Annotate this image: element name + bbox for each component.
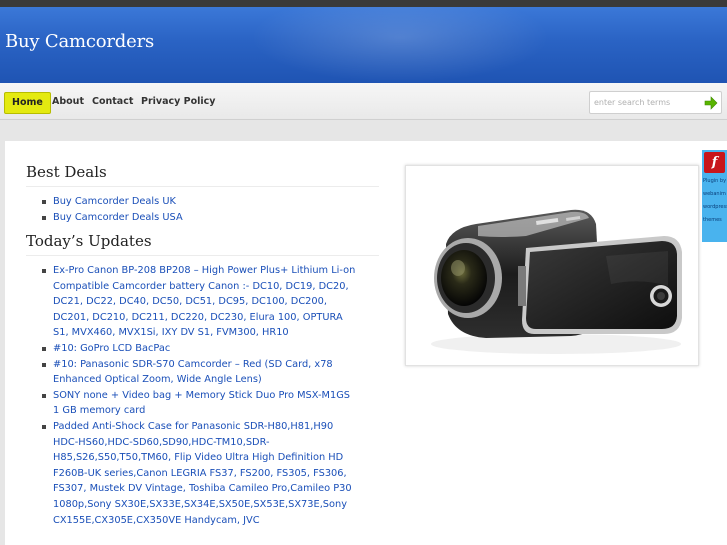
search-submit-button[interactable] bbox=[703, 95, 719, 111]
updates-list: Ex-Pro Canon BP-208 BP208 – High Power P… bbox=[39, 263, 357, 528]
updates-heading: Today’s Updates bbox=[26, 232, 152, 250]
widget-line: webanim bbox=[703, 191, 726, 197]
arrow-right-icon bbox=[704, 96, 718, 110]
nav-about[interactable]: About bbox=[46, 92, 90, 114]
nav-privacy-policy[interactable]: Privacy Policy bbox=[135, 92, 221, 114]
best-deals-list: Buy Camcorder Deals UK Buy Camcorder Dea… bbox=[39, 194, 359, 225]
search-input[interactable] bbox=[594, 95, 694, 110]
update-link[interactable]: Padded Anti-Shock Case for Panasonic SDR… bbox=[39, 419, 357, 528]
update-link[interactable]: #10: GoPro LCD BacPac bbox=[39, 341, 357, 357]
flash-plugin-widget[interactable]: f Plugin by webanim wordpress themes bbox=[702, 150, 727, 242]
deal-link[interactable]: Buy Camcorder Deals UK bbox=[39, 194, 359, 210]
divider bbox=[26, 255, 379, 256]
main-navigation: Home About Contact Privacy Policy bbox=[0, 83, 727, 120]
search-box bbox=[589, 91, 722, 114]
update-link[interactable]: SONY none + Video bag + Memory Stick Duo… bbox=[39, 388, 357, 419]
divider bbox=[26, 186, 379, 187]
nav-contact[interactable]: Contact bbox=[86, 92, 139, 114]
deal-link[interactable]: Buy Camcorder Deals USA bbox=[39, 210, 359, 226]
site-header: Buy Camcorders bbox=[0, 7, 727, 83]
widget-line: Plugin by bbox=[703, 178, 727, 184]
best-deals-heading: Best Deals bbox=[26, 163, 107, 181]
update-link[interactable]: Ex-Pro Canon BP-208 BP208 – High Power P… bbox=[39, 263, 357, 341]
flash-plugin-icon: f bbox=[704, 152, 725, 173]
header-glow bbox=[250, 7, 550, 83]
camcorder-photo[interactable] bbox=[405, 165, 699, 366]
widget-line: wordpress bbox=[703, 204, 727, 210]
update-link[interactable]: #10: Panasonic SDR-S70 Camcorder – Red (… bbox=[39, 357, 357, 388]
nav-home[interactable]: Home bbox=[4, 92, 51, 114]
main-content: Best Deals Buy Camcorder Deals UK Buy Ca… bbox=[5, 141, 727, 545]
site-title[interactable]: Buy Camcorders bbox=[5, 31, 154, 52]
widget-text: Plugin by webanim wordpress themes bbox=[703, 175, 727, 227]
top-strip bbox=[0, 0, 727, 7]
camcorder-image bbox=[431, 209, 682, 354]
widget-line: themes bbox=[703, 217, 722, 223]
